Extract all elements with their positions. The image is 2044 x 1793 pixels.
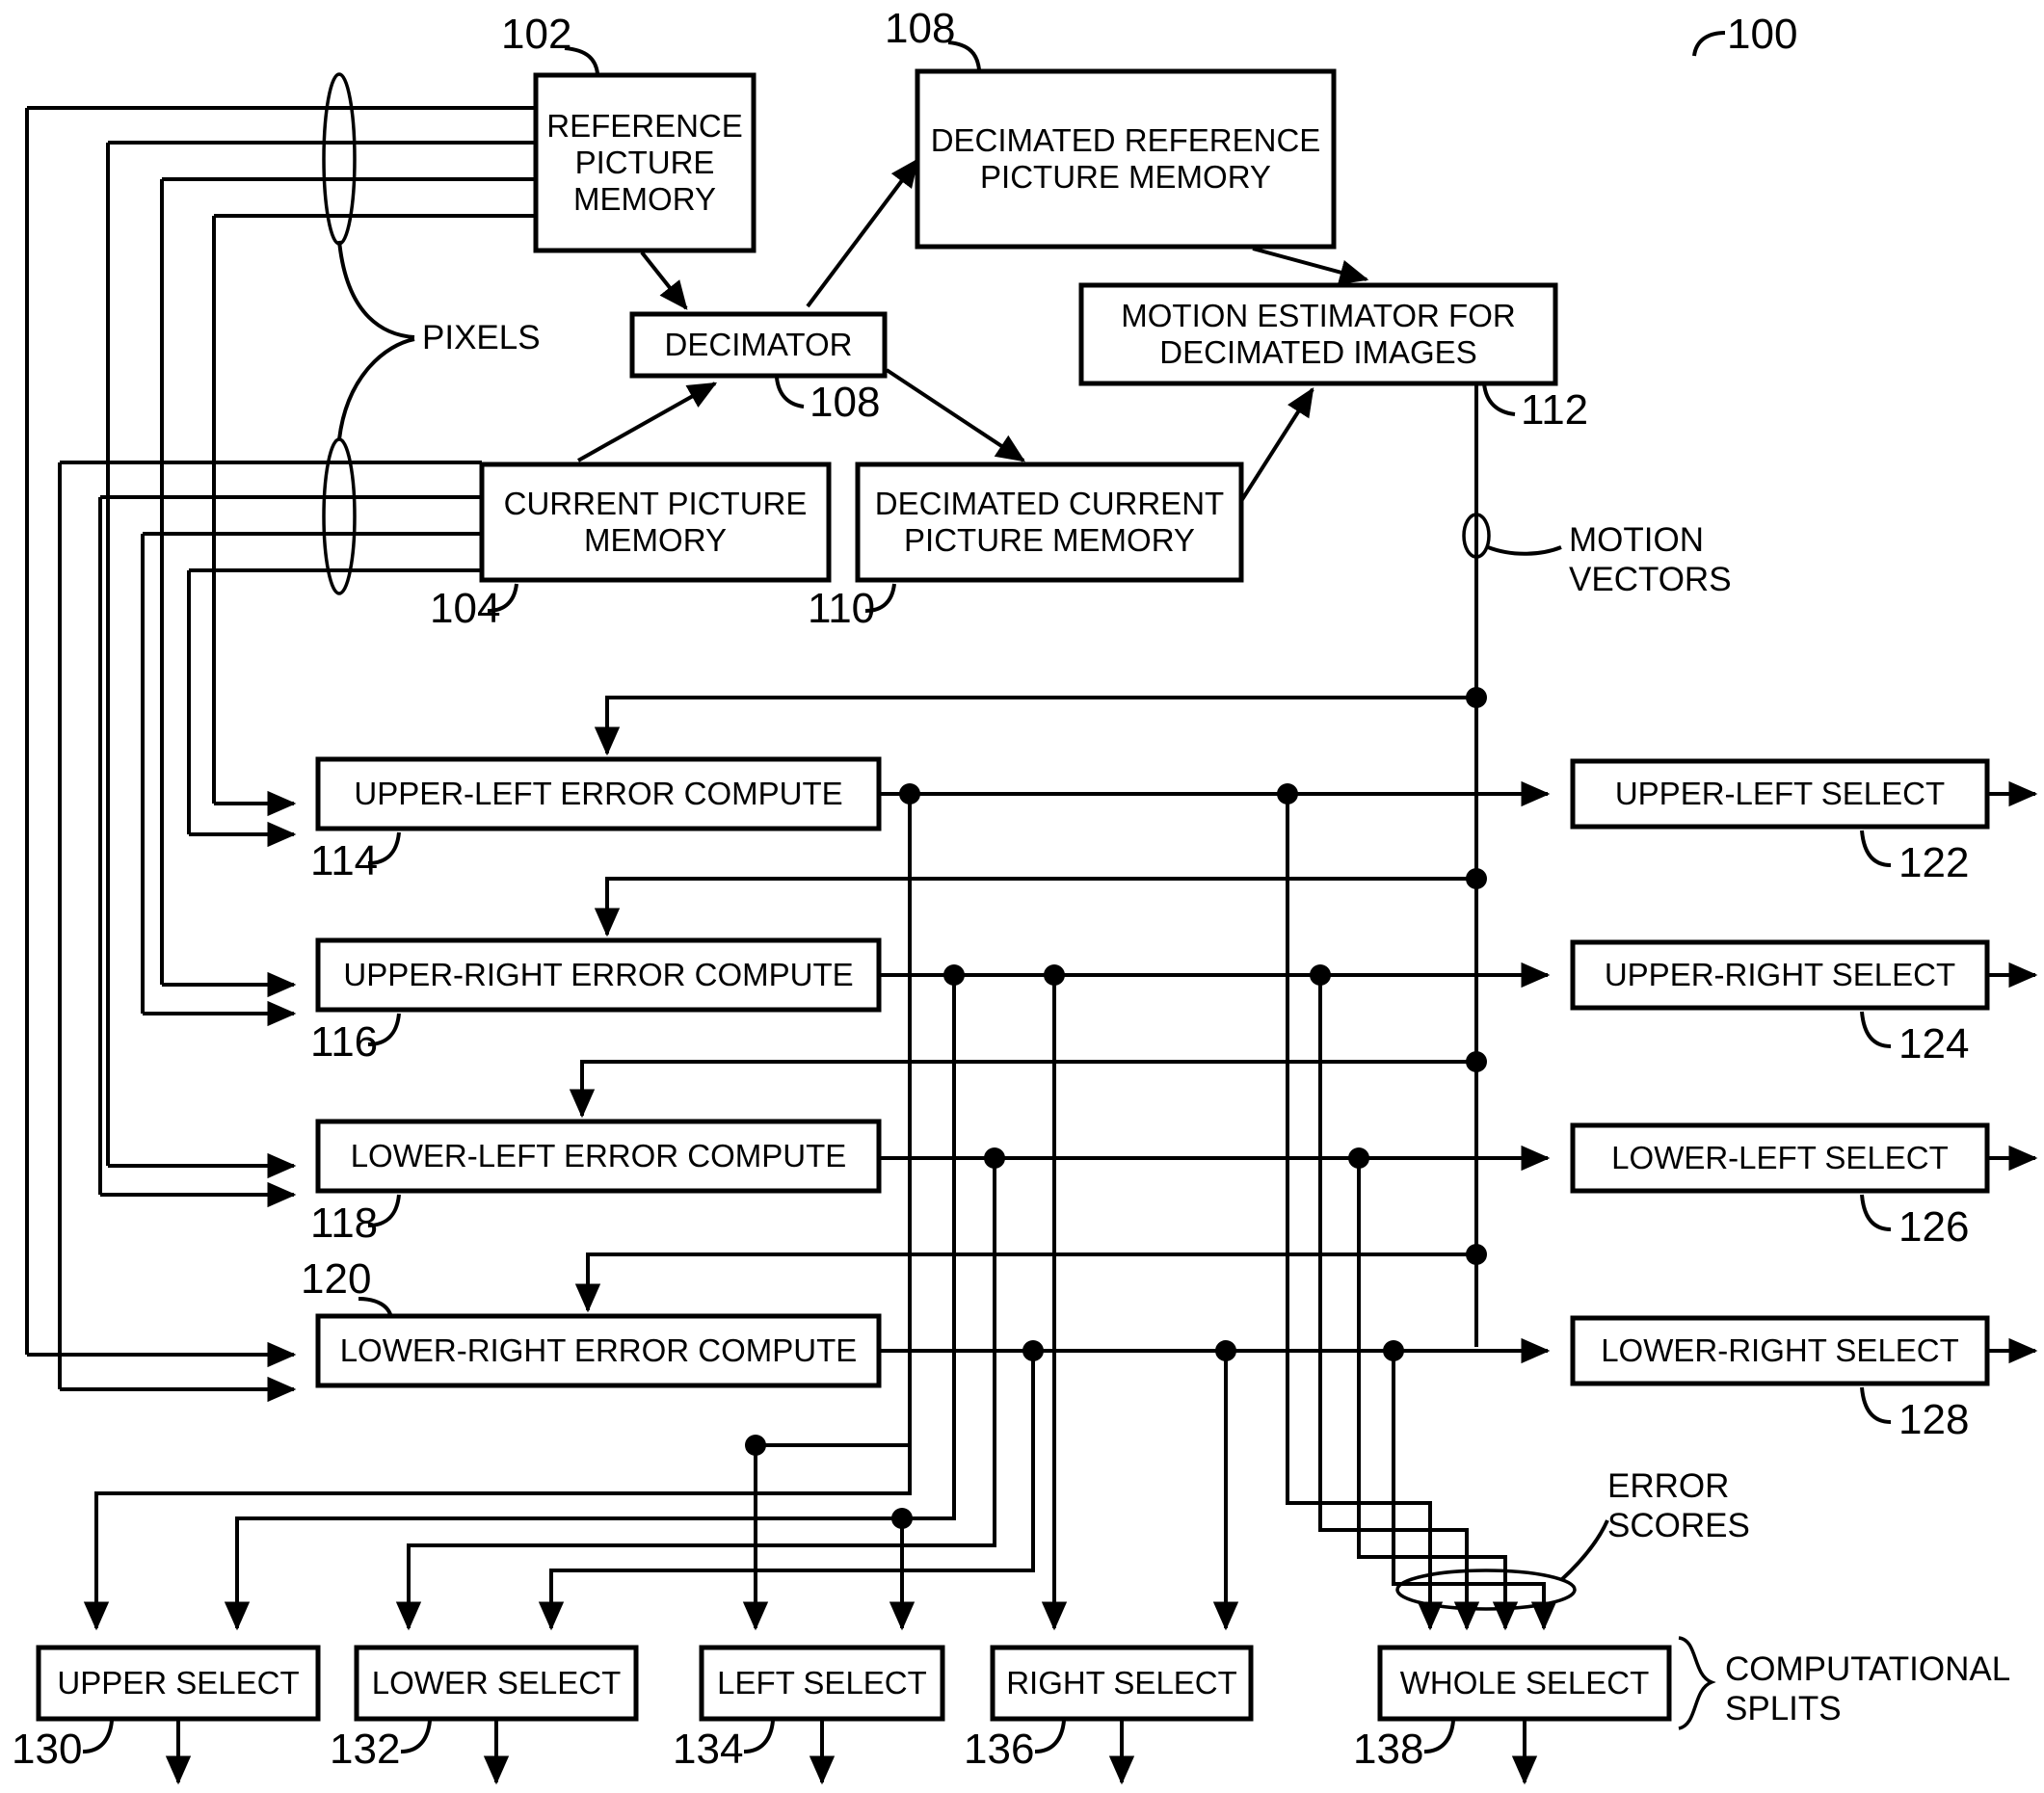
leader-100 (1692, 31, 1726, 57)
box-upper-left-select (1570, 758, 1990, 830)
leader-136 (1034, 1720, 1066, 1753)
ref-112: 112 (1521, 386, 1589, 434)
annotation-pixels: PIXELS (422, 319, 541, 356)
wire-decref-to-me (1252, 247, 1369, 285)
junction-mv-lr (1466, 1244, 1487, 1265)
box-lower-select (354, 1645, 639, 1722)
junction-mv-ur (1466, 868, 1487, 889)
ref-138: 138 (1353, 1726, 1424, 1773)
ref-116: 116 (310, 1018, 379, 1066)
box-decimator (629, 311, 888, 379)
motion-vectors-leader (1487, 545, 1562, 556)
computational-splits-brace (1678, 1636, 1716, 1730)
box-motion-estimator (1078, 282, 1558, 386)
wire-mv-to-ule (594, 696, 1476, 756)
leader-122 (1860, 830, 1892, 867)
ref-136: 136 (964, 1726, 1035, 1773)
wire-drop-lle-left (395, 1158, 996, 1631)
box-reference-picture-memory (533, 72, 757, 253)
pixels-bundle-upper (322, 72, 357, 246)
wire-ref-to-decimator (640, 250, 688, 310)
leader-130 (82, 1720, 114, 1753)
box-lower-left-select (1570, 1122, 1990, 1194)
leader-112 (1482, 382, 1516, 416)
wire-cur-to-decimator (577, 382, 718, 462)
leader-108-dec (775, 377, 805, 409)
box-lower-left-error-compute (315, 1119, 882, 1194)
wire-mv-to-lre (574, 1252, 1476, 1313)
box-upper-left-error-compute (315, 756, 882, 831)
error-scores-bundle (1395, 1569, 1577, 1611)
box-decimated-reference-picture-memory (915, 68, 1337, 250)
ref-104: 104 (430, 585, 501, 632)
wire-mv-to-ure (594, 877, 1476, 937)
leader-124 (1860, 1011, 1892, 1048)
leader-138 (1423, 1720, 1455, 1753)
wire-drop-lre-left (538, 1351, 1035, 1631)
box-whole-select (1377, 1645, 1672, 1722)
annotation-error-scores: ERROR SCORES (1607, 1467, 1750, 1545)
junction-mv-ul (1466, 687, 1487, 708)
box-lower-right-select (1570, 1315, 1990, 1386)
box-current-picture-memory (479, 461, 832, 583)
ref-134: 134 (673, 1726, 744, 1773)
ref-122: 122 (1898, 839, 1970, 886)
ref-130: 130 (12, 1726, 83, 1773)
wire-decimator-to-deccur (885, 368, 1026, 462)
wire-mv-to-lle (569, 1060, 1476, 1119)
box-decimated-current-picture-memory (855, 461, 1244, 583)
wire-whole-feed-3 (1357, 1158, 1519, 1631)
annotation-motion-vectors: MOTION VECTORS (1569, 521, 1732, 599)
ref-124: 124 (1898, 1020, 1970, 1068)
ref-118: 118 (310, 1200, 379, 1247)
box-upper-select (36, 1645, 321, 1722)
ref-110: 110 (808, 585, 876, 632)
box-upper-right-error-compute (315, 937, 882, 1013)
leader-132 (400, 1720, 432, 1753)
box-upper-right-select (1570, 939, 1990, 1011)
box-lower-right-error-compute (315, 1313, 882, 1388)
ref-102: 102 (501, 11, 572, 58)
error-scores-leader (1559, 1519, 1609, 1582)
ref-108-top: 108 (885, 5, 956, 52)
junction-mv-ll (1466, 1051, 1487, 1072)
pixels-leader (337, 240, 415, 440)
ref-108-decimator: 108 (810, 379, 881, 426)
wire-decimator-to-decref (806, 158, 919, 308)
ref-132: 132 (330, 1726, 401, 1773)
wire-deccur-to-me (1239, 386, 1314, 503)
patent-figure: REFERENCE PICTURE MEMORY DECIMATED REFER… (0, 0, 2044, 1793)
ref-114: 114 (310, 837, 379, 884)
ref-126: 126 (1898, 1203, 1970, 1251)
leader-126 (1860, 1194, 1892, 1231)
box-right-select (990, 1645, 1254, 1722)
box-left-select (699, 1645, 945, 1722)
leader-128 (1860, 1386, 1892, 1424)
wire-drop-ule-left (83, 794, 912, 1631)
ref-figure-100: 100 (1727, 11, 1798, 58)
ref-128: 128 (1898, 1396, 1970, 1443)
leader-134 (743, 1720, 775, 1753)
ref-120: 120 (301, 1255, 372, 1303)
annotation-computational-splits: COMPUTATIONAL SPLITS (1725, 1650, 2011, 1728)
